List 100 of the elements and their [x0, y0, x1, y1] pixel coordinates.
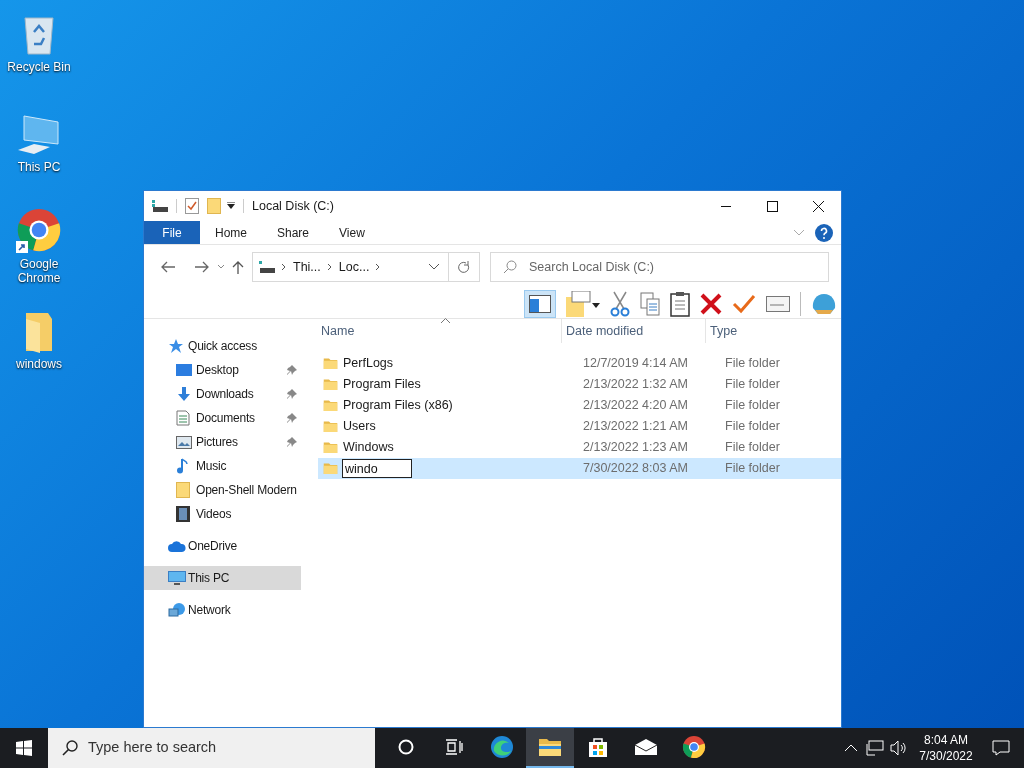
chevron-down-icon[interactable] — [216, 263, 226, 271]
file-row[interactable]: Program Files 2/13/2022 1:32 AM File folder — [318, 374, 841, 395]
pin-icon — [287, 389, 297, 399]
ribbon-tab[interactable]: View — [324, 221, 380, 244]
star-icon — [168, 338, 184, 354]
search-icon — [503, 260, 517, 274]
network-icon — [168, 602, 186, 618]
taskbar-search-box[interactable]: Type here to search — [48, 728, 375, 768]
dropdown-arrow-icon[interactable] — [227, 202, 235, 210]
nav-item[interactable]: This PC — [144, 566, 301, 590]
date-modified: 12/7/2019 4:14 AM — [582, 355, 689, 373]
chrome-icon — [16, 207, 62, 253]
breadcrumb[interactable]: Loc... — [338, 257, 370, 277]
rename-icon[interactable] — [766, 295, 790, 312]
notification-icon[interactable] — [992, 740, 1010, 756]
windows-logo-icon — [16, 740, 32, 756]
breadcrumb[interactable]: Thi... — [293, 257, 321, 277]
scissors-icon[interactable] — [610, 290, 630, 317]
file-row[interactable]: PerfLogs 12/7/2019 4:14 AM File folder — [318, 353, 841, 374]
file-row[interactable]: windo 7/30/2022 8:03 AM File folder — [318, 458, 841, 479]
folder-icon — [176, 482, 190, 498]
clock-time[interactable]: 8:04 AM — [924, 732, 968, 748]
circle-icon — [398, 739, 414, 755]
date-modified: 2/13/2022 1:23 AM — [582, 439, 689, 457]
desktop-icon-label[interactable]: This PC — [2, 160, 76, 174]
nav-item[interactable]: Quick access — [144, 334, 301, 358]
nav-item[interactable]: Network — [144, 598, 301, 622]
file-name: PerfLogs — [343, 355, 394, 373]
folder-icon — [323, 357, 338, 370]
chevron-up-icon[interactable] — [844, 744, 858, 752]
edge-icon — [490, 735, 514, 759]
document-icon — [176, 410, 190, 426]
nav-label: Network — [188, 602, 232, 619]
pictures-icon — [176, 435, 192, 449]
drive-icon — [259, 260, 275, 274]
nav-item[interactable]: OneDrive — [144, 534, 301, 558]
maximize-icon — [766, 200, 778, 212]
search-box[interactable]: Search Local Disk (C:) — [490, 252, 829, 282]
rename-field[interactable]: windo — [342, 459, 412, 478]
date-modified: 7/30/2022 8:03 AM — [582, 460, 689, 478]
properties-icon[interactable] — [185, 198, 199, 214]
nav-label: Documents — [196, 410, 256, 427]
ribbon-tab[interactable]: Home — [200, 221, 262, 244]
network-icon[interactable] — [866, 740, 884, 756]
chevron-down-icon[interactable] — [428, 263, 440, 271]
nav-item[interactable]: Documents — [144, 406, 301, 430]
chevron-right-icon — [375, 263, 382, 271]
file-name: Program Files (x86) — [343, 397, 453, 415]
file-row[interactable]: Program Files (x86) 2/13/2022 4:20 AM File folder — [318, 395, 841, 416]
clock-date[interactable]: 7/30/2022 — [919, 748, 973, 764]
ribbon-tab[interactable]: File — [144, 221, 200, 244]
date-modified: 2/13/2022 1:32 AM — [582, 376, 689, 394]
window-title: Local Disk (C:) — [252, 197, 334, 215]
nav-item[interactable]: Open-Shell Modern — [144, 478, 301, 502]
checkmark-icon[interactable] — [732, 293, 756, 314]
nav-item[interactable]: Desktop — [144, 358, 301, 382]
shortcut-arrow-icon — [16, 241, 28, 253]
nav-item[interactable]: Videos — [144, 502, 301, 526]
folder-icon — [323, 441, 338, 454]
help-icon[interactable] — [815, 223, 833, 242]
delete-icon[interactable] — [700, 292, 722, 315]
file-type: File folder — [724, 355, 780, 373]
nav-label: Pictures — [196, 434, 239, 451]
shell-icon[interactable] — [811, 291, 837, 316]
nav-label: Open-Shell Modern — [196, 482, 298, 499]
desktop-icon-label[interactable]: windows — [2, 357, 76, 371]
drive-icon — [152, 199, 168, 213]
shopping-bag-icon — [587, 736, 609, 758]
ribbon-tab[interactable]: Share — [262, 221, 325, 244]
file-name: Program Files — [343, 376, 421, 394]
desktop-icon-label[interactable]: Google Chrome — [2, 257, 76, 285]
taskbar-search-field[interactable]: Type here to search — [88, 737, 375, 759]
folder-options-icon[interactable] — [566, 290, 600, 317]
file-row[interactable]: Users 2/13/2022 1:21 AM File folder — [318, 416, 841, 437]
search-field[interactable]: Search Local Disk (C:) — [529, 257, 828, 277]
volume-icon[interactable] — [890, 740, 908, 756]
column-header[interactable]: Type — [706, 319, 841, 343]
date-modified: 2/13/2022 4:20 AM — [582, 397, 689, 415]
clipboard-icon[interactable] — [670, 290, 690, 317]
nav-label: Quick access — [188, 338, 258, 355]
preview-pane-button[interactable] — [524, 289, 556, 318]
folder-icon — [323, 420, 338, 433]
nav-item[interactable]: Downloads — [144, 382, 301, 406]
pin-icon — [287, 437, 297, 447]
desktop-icon — [176, 363, 192, 377]
computer-icon — [16, 112, 62, 156]
column-header[interactable]: Name — [304, 319, 562, 343]
chevron-right-icon — [326, 263, 333, 271]
mail-icon — [634, 738, 658, 756]
taskbar-app-button[interactable] — [526, 728, 574, 768]
file-type: File folder — [724, 376, 780, 394]
music-note-icon — [176, 458, 188, 474]
copy-icon[interactable] — [640, 291, 660, 316]
file-row[interactable]: Windows 2/13/2022 1:23 AM File folder — [318, 437, 841, 458]
column-header[interactable]: Date modified — [562, 319, 706, 343]
nav-item[interactable]: Pictures — [144, 430, 301, 454]
address-bar[interactable]: Thi... Loc... — [252, 252, 480, 282]
pin-icon — [287, 365, 297, 375]
nav-item[interactable]: Music — [144, 454, 301, 478]
download-icon — [176, 386, 192, 402]
